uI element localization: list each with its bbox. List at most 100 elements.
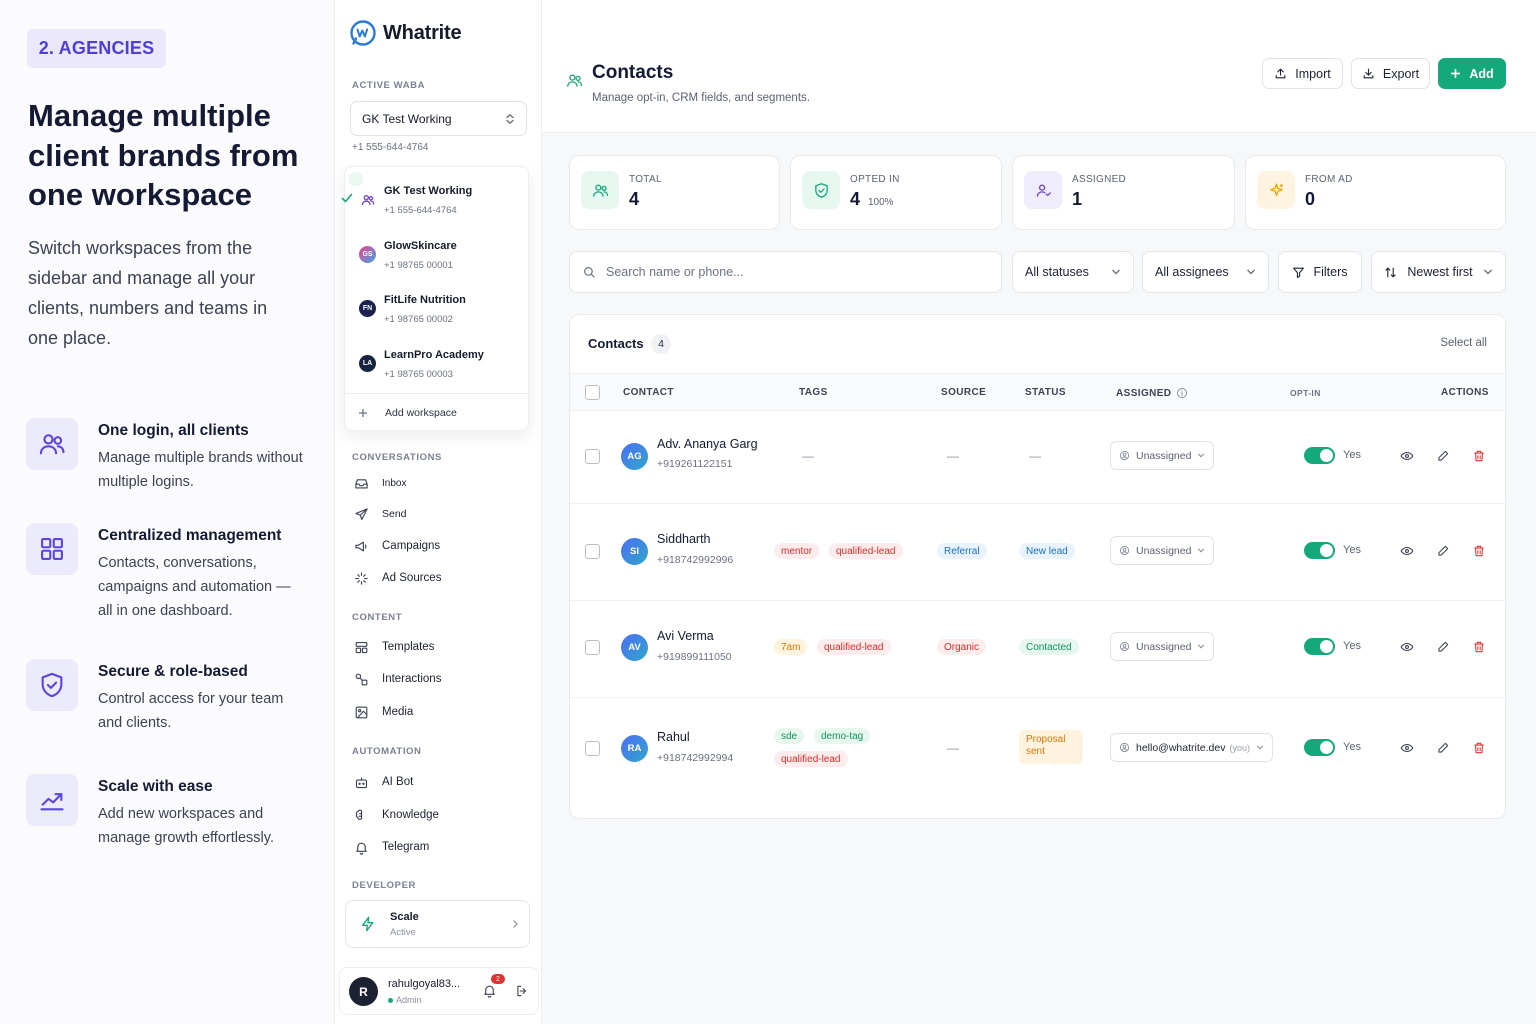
- feature-title: Scale with ease: [98, 778, 213, 795]
- online-dot: [388, 997, 393, 1003]
- row-checkbox[interactable]: [585, 640, 600, 655]
- tag[interactable]: qualified-lead: [829, 543, 903, 559]
- assignee-dropdown[interactable]: Unassigned: [1110, 441, 1215, 470]
- add-workspace-button[interactable]: Add workspace: [345, 393, 528, 431]
- status-filter-dropdown[interactable]: All statuses: [1012, 251, 1134, 293]
- eye-icon[interactable]: [1400, 544, 1414, 558]
- workspace-item-fitlife[interactable]: FN FitLife Nutrition +1 98765 00002: [349, 281, 525, 333]
- stat-label: FROM AD: [1305, 174, 1353, 185]
- optin-toggle[interactable]: [1304, 638, 1335, 655]
- sort-dropdown[interactable]: Newest first: [1371, 251, 1506, 293]
- nav-knowledge[interactable]: Knowledge: [353, 807, 439, 823]
- assignee-filter-dropdown[interactable]: All assignees: [1142, 251, 1269, 293]
- tag[interactable]: 7am: [774, 639, 808, 655]
- select-all-checkbox[interactable]: [585, 385, 600, 400]
- tag[interactable]: demo-tag: [814, 728, 871, 744]
- column-header-status[interactable]: STATUS: [1025, 387, 1066, 398]
- brand-logo[interactable]: Whatrite: [349, 19, 462, 47]
- contact-name[interactable]: Siddharth: [657, 532, 711, 546]
- contact-name[interactable]: Avi Verma: [657, 629, 714, 643]
- column-header-contact[interactable]: CONTACT: [623, 387, 674, 398]
- assignee-dropdown[interactable]: hello@whatrite.dev (you): [1110, 733, 1273, 762]
- workspace-item-learnpro[interactable]: LA LearnPro Academy +1 98765 00003: [349, 336, 525, 388]
- optin-toggle[interactable]: [1304, 739, 1335, 756]
- notification-badge: 2: [491, 974, 505, 984]
- nav-templates[interactable]: Templates: [353, 639, 434, 655]
- edit-icon[interactable]: [1436, 544, 1450, 558]
- nav-ad-sources[interactable]: Ad Sources: [353, 570, 441, 586]
- nav-campaigns[interactable]: Campaigns: [353, 538, 440, 554]
- edit-icon[interactable]: [1436, 449, 1450, 463]
- eye-icon[interactable]: [1400, 449, 1414, 463]
- add-workspace-label: Add workspace: [385, 406, 457, 419]
- contact-phone: +918742992996: [657, 554, 734, 566]
- table-row[interactable]: AG Adv. Ananya Garg +919261122151 — — — …: [570, 412, 1505, 504]
- nav-interactions[interactable]: Interactions: [353, 671, 441, 687]
- column-header-assigned[interactable]: ASSIGNED: [1116, 387, 1188, 399]
- optin-toggle[interactable]: [1304, 447, 1335, 464]
- optin-toggle[interactable]: [1304, 542, 1335, 559]
- trash-icon[interactable]: [1472, 640, 1486, 654]
- nav-send[interactable]: Send: [353, 506, 407, 522]
- optin-value: Yes: [1343, 741, 1361, 753]
- edit-icon[interactable]: [1436, 741, 1450, 755]
- user-circle-icon: [1119, 742, 1130, 753]
- export-button[interactable]: Export: [1351, 58, 1430, 89]
- column-header-tags[interactable]: TAGS: [799, 387, 828, 398]
- eye-icon[interactable]: [1400, 741, 1414, 755]
- table-row[interactable]: SI Siddharth +918742992996 mentor qualif…: [570, 505, 1505, 601]
- stat-value: 1: [1072, 189, 1083, 209]
- marketing-headline: Manage multiple client brands from one w…: [28, 98, 299, 212]
- select-all-link[interactable]: Select all: [1440, 337, 1487, 349]
- tag[interactable]: qualified-lead: [817, 639, 891, 655]
- eye-icon[interactable]: [1400, 640, 1414, 654]
- download-icon: [1362, 67, 1375, 80]
- users-icon: [359, 191, 376, 208]
- workspace-item-gk-test[interactable]: GK Test Working +1 555-644-4764: [341, 172, 472, 216]
- notification-bell-icon[interactable]: [482, 983, 497, 998]
- import-button[interactable]: Import: [1262, 58, 1343, 89]
- workspace-name: GlowSkincare: [384, 240, 457, 252]
- edit-icon[interactable]: [1436, 640, 1450, 654]
- logout-icon[interactable]: [515, 984, 529, 998]
- row-checkbox[interactable]: [585, 544, 600, 559]
- workspace-select[interactable]: GK Test Working: [350, 101, 527, 136]
- export-label: Export: [1382, 66, 1420, 81]
- row-checkbox[interactable]: [585, 449, 600, 464]
- plan-card[interactable]: Scale Active: [345, 900, 530, 948]
- tag[interactable]: mentor: [774, 543, 820, 559]
- assignee-dropdown[interactable]: Unassigned: [1110, 536, 1215, 565]
- nav-inbox[interactable]: Inbox: [353, 475, 406, 491]
- source-badge: Organic: [937, 639, 987, 655]
- trash-icon[interactable]: [1472, 449, 1486, 463]
- nav-label: Interactions: [382, 673, 442, 685]
- avatar: RA: [621, 735, 648, 762]
- search-box[interactable]: [569, 251, 1002, 293]
- assignee-dropdown[interactable]: Unassigned: [1110, 632, 1215, 661]
- trash-icon[interactable]: [1472, 544, 1486, 558]
- search-input[interactable]: [606, 265, 986, 279]
- assignee-filter-value: All assignees: [1155, 265, 1229, 279]
- contact-name[interactable]: Adv. Ananya Garg: [657, 437, 758, 451]
- tag[interactable]: sde: [774, 728, 805, 744]
- workspace-item-glowskincare[interactable]: GS GlowSkincare +1 98765 00001: [349, 227, 525, 279]
- chevron-down-icon: [1246, 269, 1256, 275]
- table-row[interactable]: RA Rahul +918742992994 sde demo-tag qual…: [570, 699, 1505, 799]
- nav-telegram[interactable]: Telegram: [353, 839, 429, 855]
- feature-desc: Add new workspaces and manage growth eff…: [98, 806, 274, 846]
- nav-label: Campaigns: [382, 540, 441, 552]
- user-circle-icon: [1119, 450, 1130, 461]
- column-header-optin[interactable]: OPT-IN: [1290, 388, 1321, 398]
- tag[interactable]: qualified-lead: [774, 751, 848, 767]
- trash-icon[interactable]: [1472, 741, 1486, 755]
- add-contact-button[interactable]: Add: [1438, 58, 1506, 89]
- nav-media[interactable]: Media: [353, 704, 413, 720]
- table-row[interactable]: AV Avi Verma +919899111050 7am qualified…: [570, 602, 1505, 698]
- filters-button[interactable]: Filters: [1278, 251, 1362, 293]
- contact-name[interactable]: Rahul: [657, 730, 690, 744]
- info-icon[interactable]: [1176, 387, 1188, 399]
- row-checkbox[interactable]: [585, 741, 600, 756]
- nav-ai-bot[interactable]: AI Bot: [353, 774, 413, 790]
- column-header-source[interactable]: SOURCE: [941, 387, 986, 398]
- avatar[interactable]: R: [349, 977, 378, 1006]
